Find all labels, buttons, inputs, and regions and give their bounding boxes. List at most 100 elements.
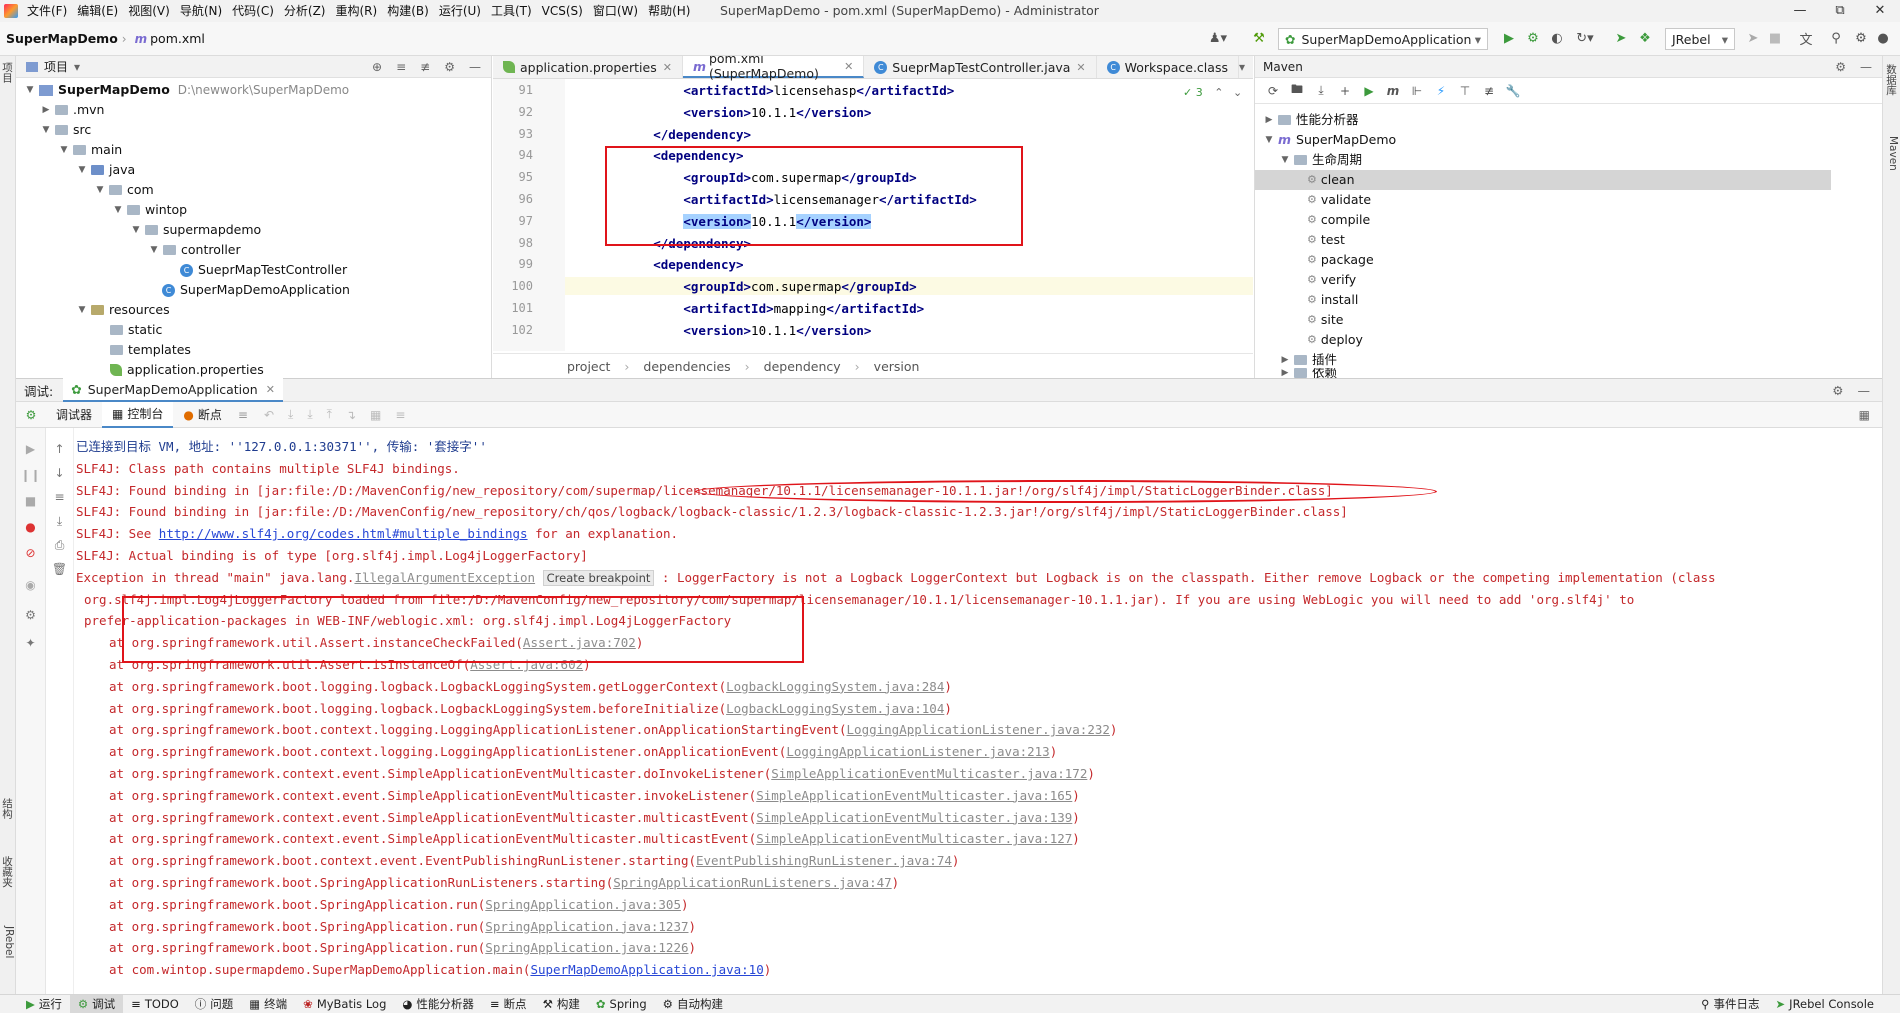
menu-icon[interactable]: ≡ (238, 408, 248, 422)
profile-icon[interactable]: ↻▾ (1570, 27, 1600, 49)
tab-pom-xml[interactable]: m pom.xml (SuperMapDemo) ✕ (682, 56, 865, 81)
breadcrumb-dependencies[interactable]: dependencies (643, 359, 730, 374)
hide-panel-icon[interactable]: — (1858, 383, 1871, 398)
jrebel-run-icon[interactable]: ➤ (1610, 27, 1632, 49)
debug-icon[interactable]: ⚙ (1522, 27, 1544, 49)
create-breakpoint-button[interactable]: Create breakpoint (542, 569, 655, 586)
run-to-cursor-icon[interactable]: ↴ (346, 408, 356, 422)
menu-tools[interactable]: 工具(T) (486, 0, 537, 22)
skip-tests-icon[interactable]: ⚡ (1429, 84, 1453, 98)
soft-wrap-icon[interactable]: ≡ (46, 490, 73, 504)
menu-build[interactable]: 构建(B) (382, 0, 434, 22)
tree-item-java[interactable]: ▼ java (76, 160, 136, 180)
pin-icon[interactable]: ✦ (16, 636, 45, 650)
favorites-tool-tab[interactable]: 收藏夹 (1, 856, 15, 888)
stack-source-link[interactable]: SimpleApplicationEventMulticaster.java:1… (756, 831, 1072, 846)
step-over-icon[interactable]: ↶ (264, 408, 274, 422)
code-line[interactable]: <version>10.1.1</version> (593, 105, 871, 120)
rerun-debug-icon[interactable]: ⚙ (16, 408, 46, 422)
maven-goal-icon[interactable]: m (1381, 84, 1405, 98)
run-icon[interactable]: ▶ (1357, 84, 1381, 98)
status-terminal[interactable]: ▦ 终端 (241, 995, 295, 1013)
menu-code[interactable]: 代码(C) (227, 0, 279, 22)
code-line[interactable]: <groupId>com.supermap</groupId> (593, 279, 916, 294)
menu-analyze[interactable]: 分析(Z) (279, 0, 331, 22)
show-dependencies-icon[interactable]: ⊤ (1453, 84, 1477, 98)
step-into-icon[interactable]: ⤓ (288, 407, 293, 422)
collapse-all-icon[interactable]: ≢ (1477, 84, 1501, 98)
close-icon[interactable]: ✕ (1076, 61, 1085, 74)
maven-phase-install[interactable]: ⚙ install (1307, 290, 1358, 310)
stack-source-link[interactable]: SimpleApplicationEventMulticaster.java:1… (756, 788, 1072, 803)
status-auto-build[interactable]: ⚙ 自动构建 (655, 995, 731, 1013)
maven-phase-package[interactable]: ⚙ package (1307, 250, 1374, 270)
settings-gear-icon[interactable]: ⚙ (1850, 27, 1872, 49)
tab-application-properties[interactable]: application.properties ✕ (493, 56, 683, 78)
code-line[interactable]: </dependency> (593, 127, 751, 142)
maven-profiles[interactable]: ▶ 性能分析器 (1263, 110, 1359, 130)
tab-breakpoints[interactable]: ● 断点 (173, 402, 232, 428)
stack-source-link[interactable]: SpringApplication.java:305 (485, 897, 681, 912)
breadcrumb-file[interactable]: pom.xml (150, 31, 205, 46)
restore-icon[interactable]: ⧉ (1820, 0, 1860, 22)
chevron-down-icon[interactable]: ▾ (74, 60, 80, 74)
tree-item-app-properties[interactable]: application.properties (110, 360, 264, 378)
close-icon[interactable]: ✕ (844, 60, 853, 73)
user-dropdown-icon[interactable]: ♟▾ (1203, 27, 1233, 49)
menu-help[interactable]: 帮助(H) (643, 0, 695, 22)
status-profiler[interactable]: ◕ 性能分析器 (394, 995, 482, 1013)
status-problems[interactable]: ⓘ 问题 (187, 995, 242, 1013)
tree-item-wintop[interactable]: ▼ wintop (112, 200, 188, 220)
evaluate-icon[interactable]: ▦ (370, 408, 381, 422)
breadcrumb-project[interactable]: SuperMapDemo (0, 31, 118, 46)
menu-edit[interactable]: 编辑(E) (72, 0, 123, 22)
maven-phase-verify[interactable]: ⚙ verify (1307, 270, 1356, 290)
maven-phase-validate[interactable]: ⚙ validate (1307, 190, 1371, 210)
stack-source-link[interactable]: LogbackLoggingSystem.java:104 (726, 701, 944, 716)
coverage-icon[interactable]: ◐ (1546, 27, 1568, 49)
hide-panel-icon[interactable]: — (469, 60, 481, 74)
maven-lifecycle[interactable]: ▼ 生命周期 (1279, 150, 1362, 170)
tree-item-controller-class[interactable]: C SueprMapTestController (180, 260, 347, 280)
menu-vcs[interactable]: VCS(S) (537, 0, 588, 22)
tree-item-supermapdemo[interactable]: ▼ supermapdemo (130, 220, 262, 240)
arrow-down-icon[interactable]: ↓ (46, 466, 73, 480)
stack-source-link[interactable]: SpringApplication.java:1237 (485, 919, 688, 934)
add-folder-icon[interactable]: 🖿 (1285, 80, 1309, 101)
view-breakpoints-icon[interactable]: ● (16, 520, 45, 534)
run-config-select[interactable]: ✿ SuperMapDemoApplication ▾ (1278, 28, 1488, 50)
camera-icon[interactable]: ◉ (16, 578, 45, 592)
status-todo[interactable]: ≡ TODO (123, 995, 187, 1013)
stack-source-link[interactable]: EventPublishingRunListener.java:74 (696, 853, 952, 868)
minimize-icon[interactable]: — (1780, 0, 1820, 22)
project-panel-title[interactable]: 项目 (44, 58, 68, 75)
locate-icon[interactable]: ⊕ (372, 60, 382, 74)
stack-source-link[interactable]: LoggingApplicationListener.java:213 (786, 744, 1049, 759)
breadcrumb-project[interactable]: project (567, 359, 610, 374)
tree-item-src[interactable]: ▼ src (40, 120, 92, 140)
layout-icon[interactable]: ▦ (1859, 408, 1870, 422)
resume-icon[interactable]: ▶ (16, 442, 45, 456)
chevron-down-icon[interactable]: ⌄ (1233, 86, 1242, 99)
breadcrumb-dependency[interactable]: dependency (764, 359, 841, 374)
maven-phase-test[interactable]: ⚙ test (1307, 230, 1345, 250)
menu-file[interactable]: 文件(F) (22, 0, 72, 22)
tree-item-static[interactable]: static (110, 320, 162, 340)
slf4j-link[interactable]: http://www.slf4j.org/codes.html#multiple… (159, 526, 528, 541)
status-breakpoints[interactable]: ≡ 断点 (482, 995, 535, 1013)
download-icon[interactable]: ⤓ (1309, 83, 1333, 98)
tab-console[interactable]: ▦ 控制台 (102, 401, 174, 428)
menu-run[interactable]: 运行(U) (434, 0, 486, 22)
stop-icon[interactable]: ■ (16, 494, 45, 508)
stack-source-link[interactable]: SimpleApplicationEventMulticaster.java:1… (771, 766, 1087, 781)
tab-debugger[interactable]: 调试器 (46, 402, 102, 428)
maven-phase-site[interactable]: ⚙ site (1307, 310, 1343, 330)
jrebel-tool-tab[interactable]: JRebel (1, 926, 15, 958)
expand-all-icon[interactable]: ≡ (396, 60, 406, 74)
print-icon[interactable]: ⎙ (46, 538, 73, 553)
exception-class-link[interactable]: IllegalArgumentException (354, 570, 535, 585)
update-icon[interactable]: ➤ (1742, 27, 1764, 49)
stack-source-link[interactable]: LoggingApplicationListener.java:232 (847, 722, 1110, 737)
tree-item-com[interactable]: ▼ com (94, 180, 154, 200)
code-line[interactable]: <version>10.1.1</version> (593, 323, 871, 338)
